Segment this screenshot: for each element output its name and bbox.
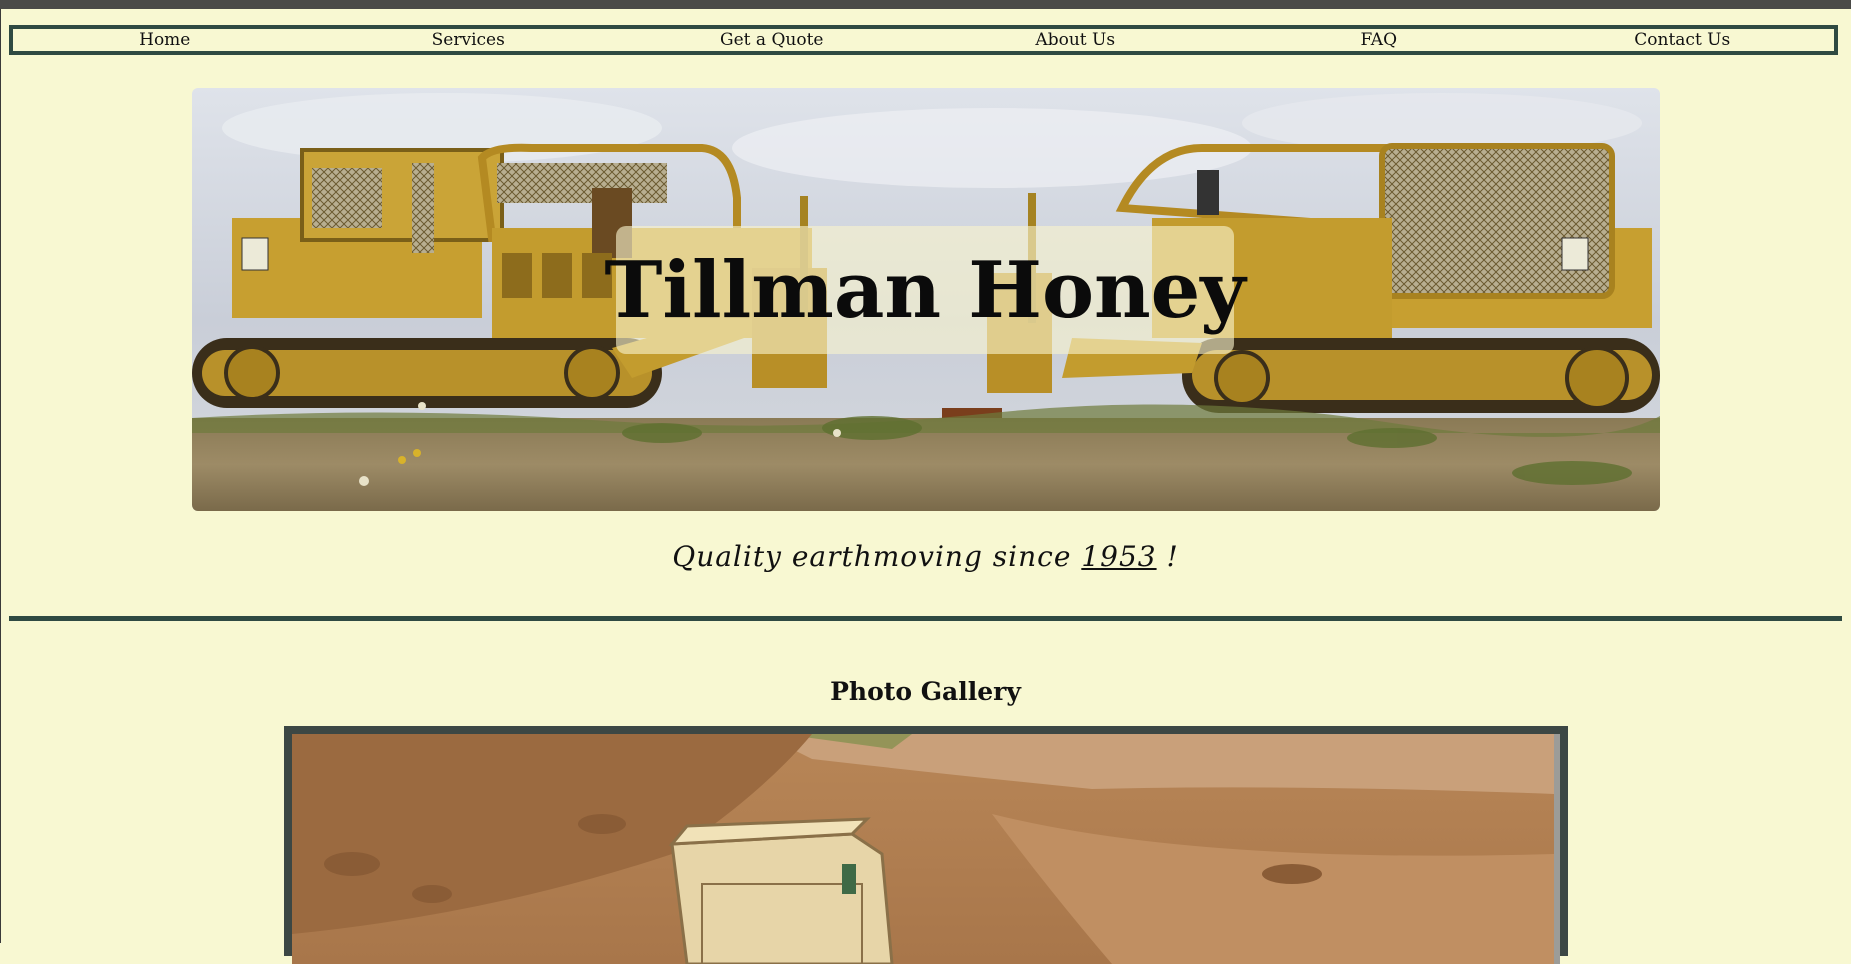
- nav-about-us-link[interactable]: About Us: [924, 30, 1228, 50]
- main-navigation: Home Services Get a Quote About Us FAQ C…: [9, 25, 1838, 55]
- gallery-excavation-image: [292, 734, 1554, 964]
- gallery-photo[interactable]: [292, 734, 1560, 964]
- nav-get-a-quote-link[interactable]: Get a Quote: [620, 30, 924, 50]
- hero-title-box: Tillman Honey: [604, 226, 1246, 354]
- tagline-year: 1953: [1081, 540, 1157, 573]
- tagline-suffix: !: [1166, 540, 1179, 573]
- photo-gallery-frame: [284, 726, 1568, 964]
- site-title: Tillman Honey: [604, 244, 1246, 336]
- nav-home-link[interactable]: Home: [13, 30, 317, 50]
- gallery-heading: Photo Gallery: [830, 676, 1021, 706]
- nav-contact-us-link[interactable]: Contact Us: [1531, 30, 1835, 50]
- tagline: Quality earthmoving since 1953 !: [0, 540, 1851, 573]
- nav-services-link[interactable]: Services: [317, 30, 621, 50]
- browser-top-strip: [0, 0, 1851, 9]
- section-divider: [9, 616, 1842, 621]
- nav-faq-link[interactable]: FAQ: [1227, 30, 1531, 50]
- hero-banner: Tillman Honey: [192, 88, 1660, 511]
- window-left-edge: [0, 9, 1, 943]
- wooden-crate-shape: [668, 817, 894, 964]
- tagline-prefix: Quality earthmoving since: [672, 540, 1072, 573]
